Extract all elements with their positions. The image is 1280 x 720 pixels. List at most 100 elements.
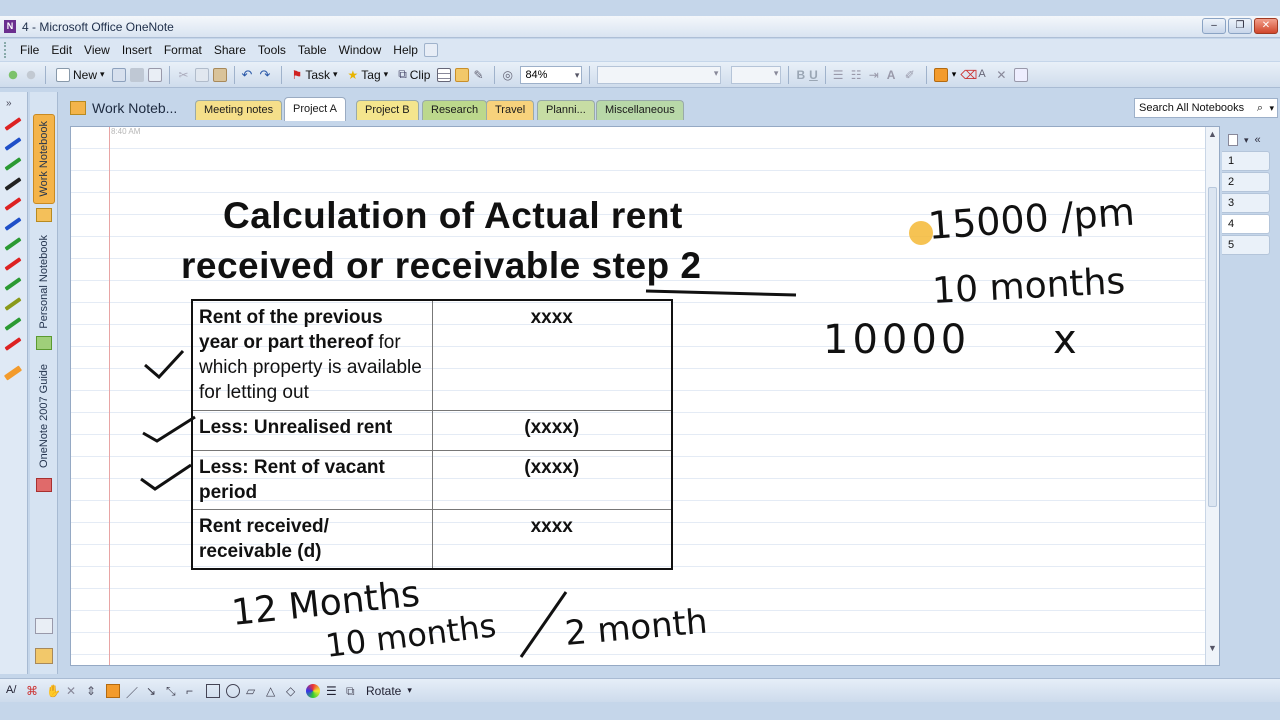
eraser-tool-icon[interactable]: ✕ — [66, 684, 80, 698]
tab-meeting-notes[interactable]: Meeting notes — [195, 100, 283, 120]
forward-icon[interactable] — [24, 67, 38, 82]
line-weight-icon[interactable]: ☰ — [326, 684, 340, 698]
menu-file[interactable]: File — [14, 43, 45, 57]
clip-button[interactable]: ⧉ Clip — [395, 65, 433, 85]
unfiled-notes-icon[interactable] — [35, 618, 53, 634]
notebook-tab-work[interactable]: Work Notebook — [33, 114, 55, 204]
pen-green3-icon[interactable] — [4, 277, 22, 291]
minimize-button[interactable]: – — [1202, 18, 1226, 34]
table-icon[interactable] — [437, 67, 452, 82]
menu-share[interactable]: Share — [208, 43, 252, 57]
arrow-tool-icon[interactable]: ↘ — [146, 684, 160, 698]
tab-planning[interactable]: Planni... — [537, 100, 595, 120]
search-box[interactable]: Search All Notebooks ⌕ ▾ — [1134, 98, 1278, 118]
collapse-nav-icon[interactable]: » — [6, 98, 12, 109]
triangle-tool-icon[interactable]: △ — [266, 684, 280, 698]
cut-icon[interactable]: ✂ — [177, 68, 191, 82]
new-page-icon[interactable] — [1228, 134, 1238, 146]
double-arrow-tool-icon[interactable]: ⤡ — [166, 684, 180, 698]
menu-insert[interactable]: Insert — [116, 43, 158, 57]
pen-mode-icon[interactable] — [455, 67, 470, 82]
undo-icon[interactable]: ↶ — [242, 67, 256, 82]
restore-button[interactable]: ❐ — [1228, 18, 1252, 34]
line-tool-icon[interactable]: ／ — [126, 684, 140, 700]
pen-olive-icon[interactable] — [4, 297, 22, 311]
text-tool-icon[interactable]: A/ — [6, 684, 20, 698]
group-icon[interactable]: ⧉ — [346, 684, 360, 698]
pen-green2-icon[interactable] — [4, 237, 22, 251]
insert-space-tool-icon[interactable]: ⇕ — [86, 684, 100, 698]
page-tab-4[interactable]: 4 — [1222, 214, 1270, 234]
tag-button[interactable]: ★ Tag ▾ — [345, 65, 392, 85]
bold-button[interactable]: B — [796, 68, 805, 82]
tab-project-a[interactable]: Project A — [284, 97, 347, 121]
pen-green-icon[interactable] — [4, 157, 22, 171]
pen-red2-icon[interactable] — [4, 197, 22, 211]
circle-tool-icon[interactable] — [226, 683, 240, 698]
menu-help[interactable]: Help — [387, 43, 424, 57]
highlighter-orange-icon[interactable] — [3, 365, 23, 381]
paste-icon[interactable] — [212, 67, 227, 82]
tab-project-b[interactable]: Project B — [356, 100, 419, 120]
page-title[interactable]: Calculation of Actual rent received or r… — [181, 191, 801, 291]
menu-tools[interactable]: Tools — [252, 43, 292, 57]
active-pen-tool-icon[interactable] — [106, 683, 120, 698]
insert-space-icon[interactable] — [1014, 67, 1029, 82]
save-icon[interactable] — [111, 67, 126, 82]
selection-icon[interactable]: ✎ — [473, 68, 487, 82]
scroll-down-icon[interactable]: ▼ — [1208, 643, 1217, 653]
help-bubble-icon[interactable] — [423, 43, 438, 57]
print-preview-icon[interactable] — [147, 67, 162, 82]
tab-miscellaneous[interactable]: Miscellaneous — [596, 100, 684, 120]
back-icon[interactable] — [6, 67, 20, 82]
page-tab-1[interactable]: 1 — [1222, 151, 1270, 171]
font-size-select[interactable] — [731, 65, 782, 84]
pen-red-icon[interactable] — [4, 117, 22, 131]
highlight-icon[interactable]: ✐ — [905, 68, 919, 82]
pen-blue2-icon[interactable] — [4, 217, 22, 231]
notebook-list-icon[interactable] — [35, 648, 53, 664]
redo-icon[interactable]: ↷ — [260, 67, 274, 82]
active-pen-icon[interactable] — [933, 67, 948, 82]
search-icon[interactable]: ⌕ — [1257, 99, 1263, 117]
scroll-thumb[interactable] — [1208, 187, 1217, 507]
page-tab-2[interactable]: 2 — [1222, 172, 1270, 192]
note-page[interactable]: 8:40 AM Calculation of Actual rent recei… — [70, 126, 1220, 666]
parallelogram-tool-icon[interactable]: ▱ — [246, 684, 260, 698]
text-mode-icon[interactable]: A — [978, 68, 992, 82]
underline-button[interactable]: U — [809, 68, 818, 82]
pen-green4-icon[interactable] — [4, 317, 22, 331]
close-button[interactable]: ✕ — [1254, 18, 1278, 34]
font-family-select[interactable] — [597, 65, 722, 84]
eraser-icon[interactable]: ⌫ — [960, 68, 977, 82]
indent-icon[interactable]: ⇥ — [869, 68, 883, 82]
rectangle-tool-icon[interactable] — [206, 683, 220, 698]
delete-ink-icon[interactable]: ✕ — [996, 68, 1010, 82]
tab-travel[interactable]: Travel — [486, 100, 535, 120]
page-tab-3[interactable]: 3 — [1222, 193, 1270, 213]
menu-window[interactable]: Window — [333, 43, 388, 57]
pen-red4-icon[interactable] — [4, 337, 22, 351]
pan-icon[interactable]: ✋ — [46, 684, 61, 698]
notebook-tab-guide[interactable]: OneNote 2007 Guide — [33, 360, 55, 472]
font-color-icon[interactable]: A — [887, 68, 901, 82]
lasso-icon[interactable]: ⌘ — [26, 684, 40, 698]
pen-black-icon[interactable] — [4, 177, 22, 191]
numbering-icon[interactable]: ☷ — [851, 68, 865, 82]
diamond-tool-icon[interactable]: ◇ — [286, 684, 300, 698]
scroll-up-icon[interactable]: ▲ — [1208, 129, 1217, 139]
task-button[interactable]: ⚑ Task ▾ — [289, 65, 341, 85]
pen-red3-icon[interactable] — [4, 257, 22, 271]
menu-edit[interactable]: Edit — [45, 43, 78, 57]
search-scope-dropdown[interactable]: ▾ — [1269, 99, 1274, 117]
color-picker-icon[interactable] — [306, 683, 320, 698]
rent-calculation-table[interactable]: Rent of the previous year or part thereo… — [191, 299, 673, 570]
new-button[interactable]: New ▾ — [53, 65, 108, 85]
copy-icon[interactable] — [194, 67, 209, 82]
menu-table[interactable]: Table — [292, 43, 333, 57]
bullets-icon[interactable]: ☰ — [833, 68, 847, 82]
menu-view[interactable]: View — [78, 43, 116, 57]
new-page-dropdown[interactable]: ▾ — [1244, 135, 1249, 146]
axis-tool-icon[interactable]: ⌐ — [186, 684, 200, 698]
page-tab-5[interactable]: 5 — [1222, 235, 1270, 255]
